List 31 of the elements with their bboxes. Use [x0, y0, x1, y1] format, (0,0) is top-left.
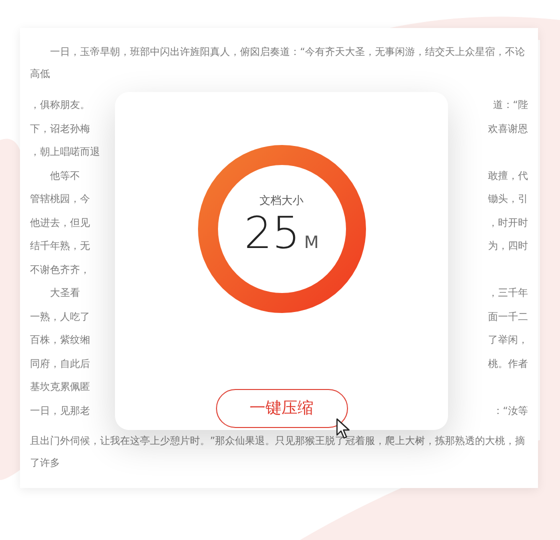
document-text: 结千年熟，无 [30, 240, 90, 254]
document-text: 不谢色齐齐， [30, 264, 90, 278]
document-text: 同府，自此后 [30, 358, 90, 372]
document-text: 锄头，引 [488, 192, 528, 207]
document-text: 桃。作者 [488, 358, 528, 372]
document-text: 且出门外伺候，让我在这亭上少憩片时。”那众仙果退。只见那猴王脱了冠着服，爬上大树，拣那熟透的大桃，摘了许多 [30, 434, 526, 471]
document-text: 为，四时 [488, 240, 528, 254]
document-text: ，俱称朋友。 [30, 99, 90, 113]
document-text: 了举闲， [488, 334, 528, 348]
document-text: ：“汝等 [492, 404, 528, 418]
document-text: ，三千年 [488, 286, 528, 301]
document-text: 管辖桃园，今 [30, 192, 90, 207]
document-text: ，时开时 [488, 216, 528, 230]
document-text: 敢擅，代 [488, 170, 528, 184]
document-text: 一日，见那老 [30, 404, 90, 418]
size-label: 文档大小 [260, 192, 304, 208]
document-text: 大圣看 [49, 286, 80, 301]
document-text: 一日，玉帝早朝，班部中闪出许旌阳真人，俯囟启奏道：“今有齐天大圣，无事闲游，结交天上众星宿，不论高低 [30, 46, 526, 82]
document-text: 基坎克累佩匿 [30, 380, 90, 395]
document-text: 面一千二 [488, 310, 528, 324]
compress-button[interactable]: 一键压缩 [216, 389, 348, 428]
size-unit: M [304, 232, 319, 252]
document-text: 道：“陛 [492, 98, 528, 113]
size-value: 25 [244, 210, 300, 258]
document-text: 下，诏老孙梅 [30, 122, 90, 136]
document-text: 百株，紫纹缃 [30, 334, 90, 348]
document-text: 他等不 [49, 170, 80, 184]
document-text: ，朝上唱喏而退 [30, 146, 100, 160]
document-text: 他进去，但见 [30, 216, 90, 230]
document-text: 欢喜谢恩 [488, 122, 528, 136]
document-text: 一熟，人吃了 [30, 310, 90, 324]
